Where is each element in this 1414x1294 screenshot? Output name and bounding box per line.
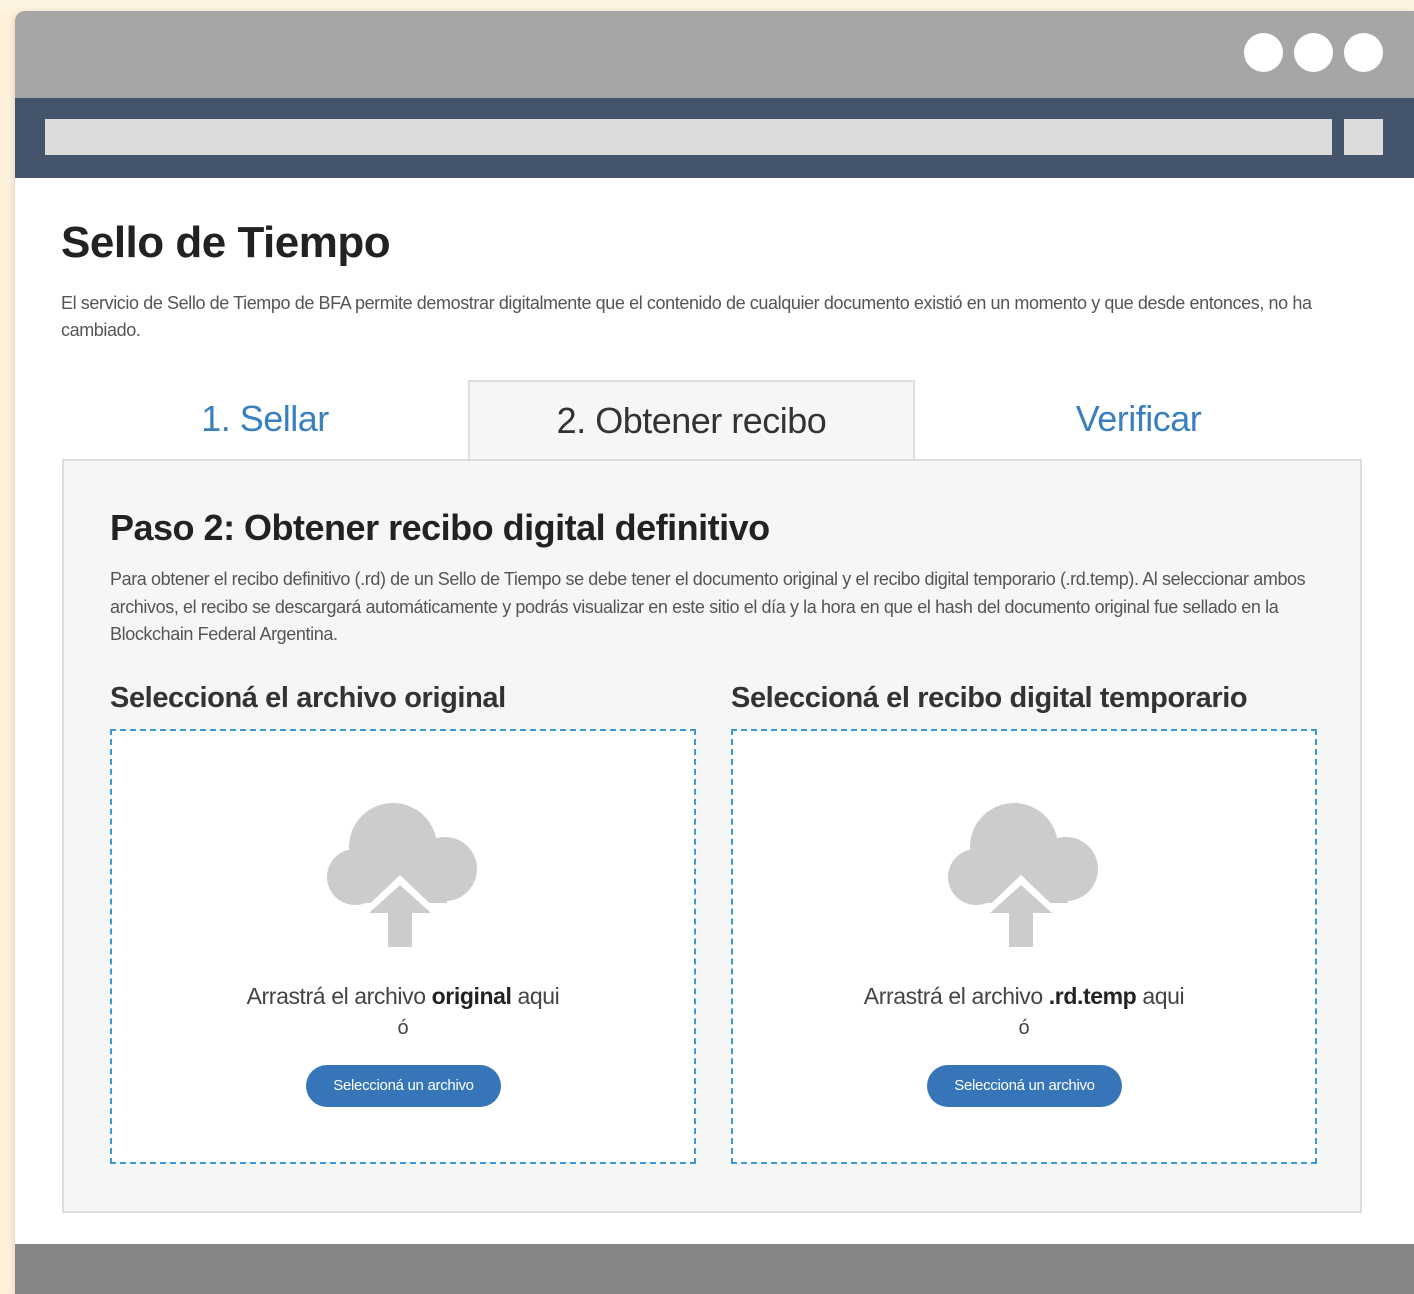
select-temp-receipt-button[interactable]: Seleccioná un archivo: [927, 1065, 1122, 1107]
temp-receipt-dropzone[interactable]: Arrastrá el archivo .rd.temp aqui ó Sele…: [731, 729, 1317, 1164]
browser-navbar: [15, 98, 1414, 178]
nav-button[interactable]: [1344, 119, 1383, 155]
dropzone-instruction: Arrastrá el archivo original aqui: [246, 983, 560, 1009]
browser-window: Sello de Tiempo El servicio de Sello de …: [15, 11, 1414, 1294]
cloud-upload-icon: [327, 803, 477, 951]
page-title: Sello de Tiempo: [61, 218, 391, 267]
panel-description: Para obtener el recibo definitivo (.rd) …: [110, 569, 1306, 644]
tab-obtener-recibo[interactable]: 2. Obtener recibo: [468, 380, 915, 461]
address-bar[interactable]: [45, 119, 1332, 155]
panel-title: Paso 2: Obtener recibo digital definitiv…: [110, 507, 770, 548]
tab-sellar[interactable]: 1. Sellar: [62, 380, 468, 459]
original-file-dropzone[interactable]: Arrastrá el archivo original aqui ó Sele…: [110, 729, 696, 1164]
dropzone-or: ó: [1018, 1017, 1030, 1039]
window-control-dot[interactable]: [1344, 33, 1383, 72]
page-intro: El servicio de Sello de Tiempo de BFA pe…: [61, 293, 1312, 340]
temp-receipt-label: Seleccioná el recibo digital temporario: [731, 682, 1248, 714]
tab-bar: 1. Sellar 2. Obtener recibo Verificar: [62, 380, 1362, 461]
cloud-upload-icon: [948, 803, 1098, 951]
dropzone-or: ó: [397, 1017, 409, 1039]
window-titlebar: [15, 11, 1414, 98]
window-control-dot[interactable]: [1244, 33, 1283, 72]
original-file-label: Seleccioná el archivo original: [110, 682, 506, 714]
tab-verificar[interactable]: Verificar: [915, 380, 1362, 459]
window-control-dot[interactable]: [1294, 33, 1333, 72]
select-original-file-button[interactable]: Seleccioná un archivo: [306, 1065, 501, 1107]
page-footer: [15, 1244, 1414, 1294]
dropzone-instruction: Arrastrá el archivo .rd.temp aqui: [863, 983, 1185, 1009]
step-panel: Paso 2: Obtener recibo digital definitiv…: [62, 459, 1362, 1213]
window-controls: [1244, 33, 1383, 72]
